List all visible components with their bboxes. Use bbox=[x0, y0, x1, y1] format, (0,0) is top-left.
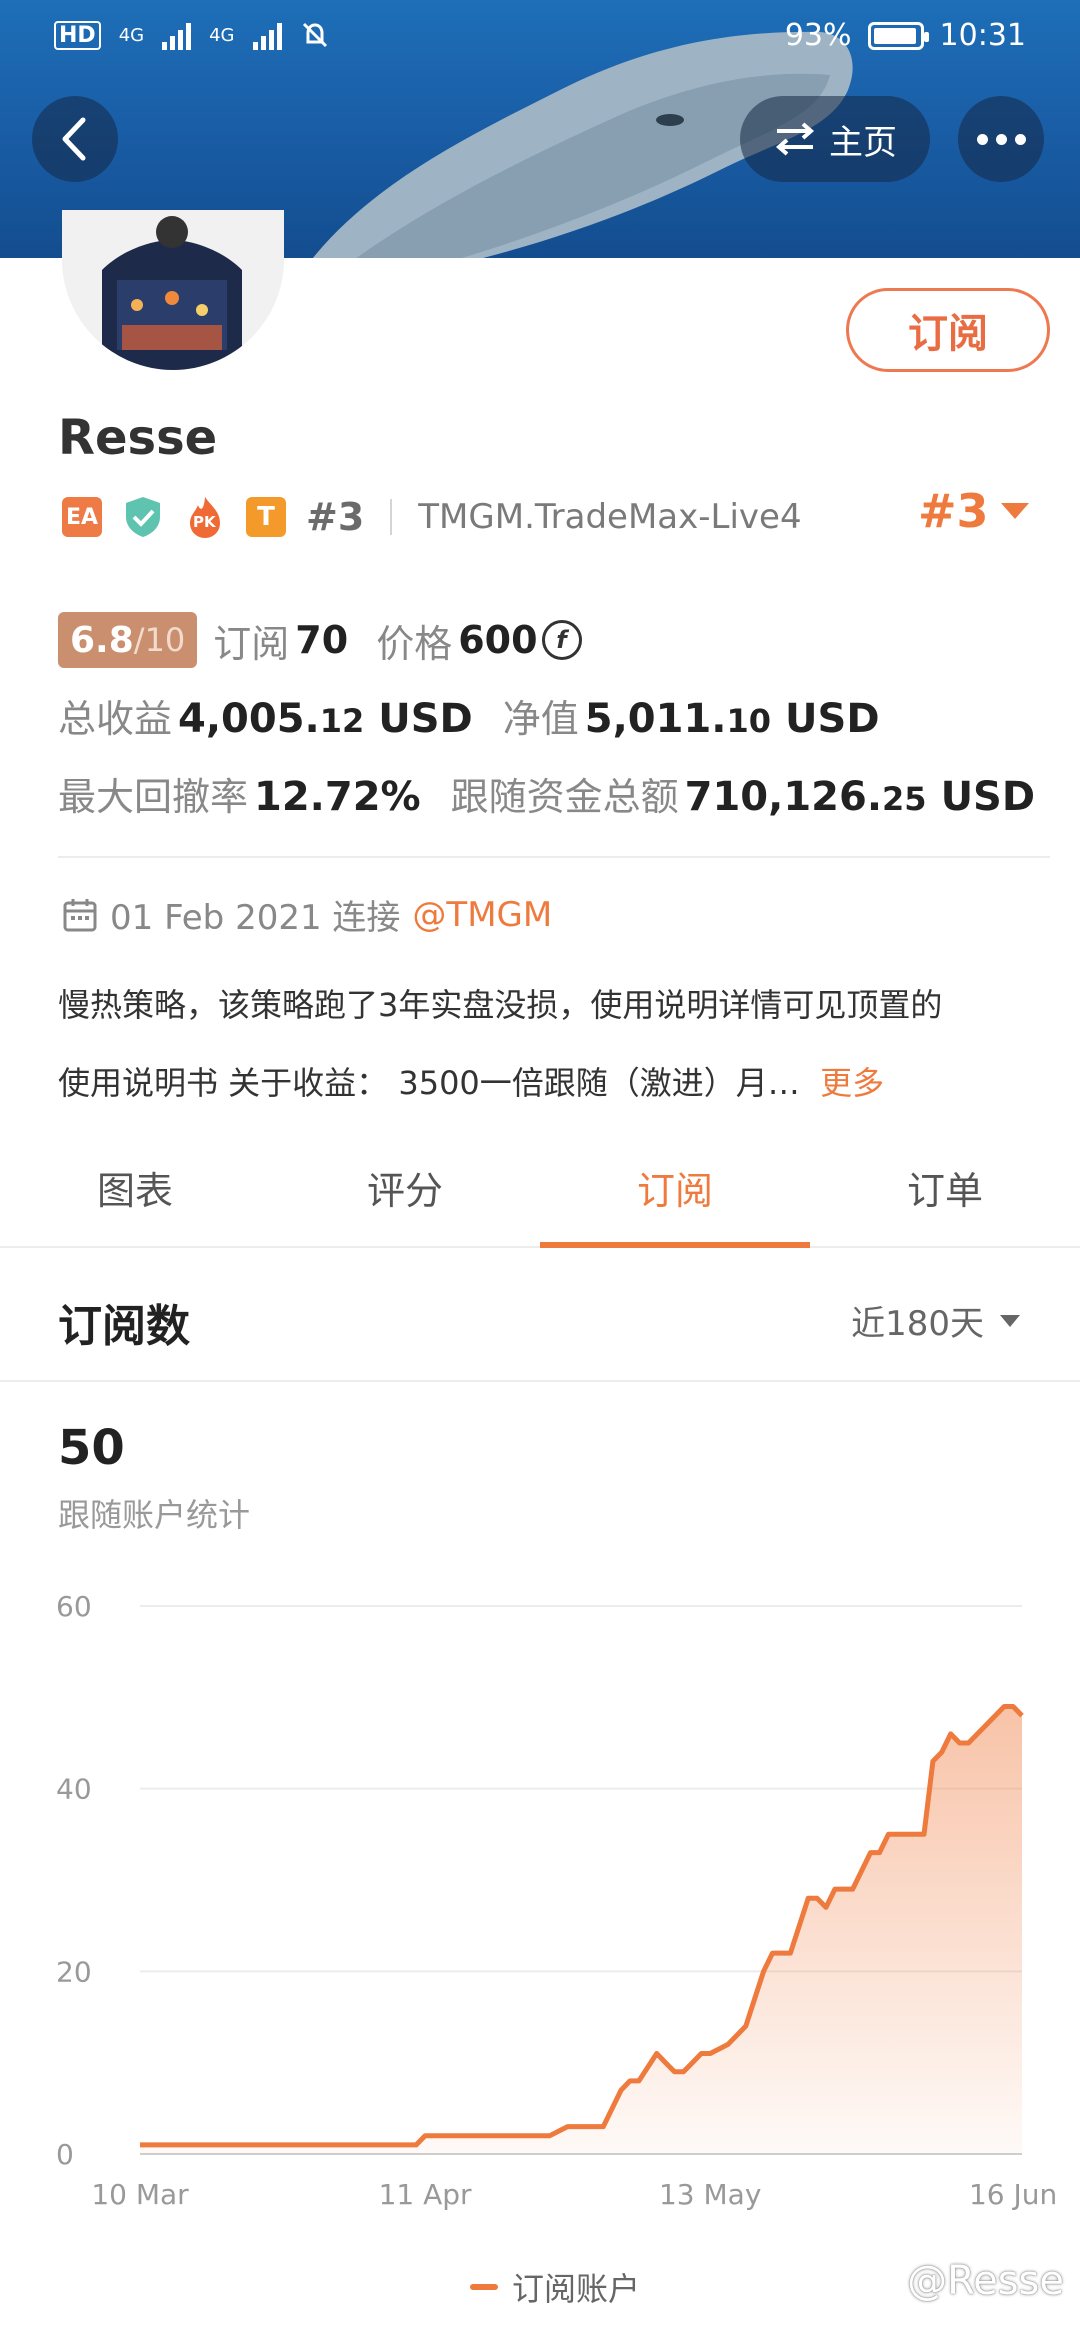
description-line-1: 慢热策略，该策略跑了3年实盘没损，使用说明详情可见顶置的 bbox=[58, 986, 943, 1024]
price-value: 600 bbox=[458, 618, 538, 662]
tab-subscription[interactable]: 订阅 bbox=[540, 1128, 810, 1248]
x-tick-label: 11 Apr bbox=[379, 2178, 472, 2211]
avatar[interactable] bbox=[62, 210, 284, 370]
signal-icon-2 bbox=[252, 20, 282, 50]
x-tick-label: 13 May bbox=[659, 2178, 761, 2211]
swap-icon bbox=[775, 122, 815, 156]
chevron-left-icon bbox=[62, 117, 86, 161]
pk-label: PK bbox=[193, 513, 216, 531]
subscription-chart: 0 20 40 60 10 Mar 11 Apr 13 May 16 Jun bbox=[56, 1590, 1057, 2211]
section-header: 订阅数 近180天 bbox=[0, 1250, 1080, 1382]
coin-icon: f bbox=[541, 620, 582, 660]
description-line-2-text: 使用说明书 关于收益： 3500一倍跟随（激进）月… bbox=[58, 1064, 800, 1102]
caret-down-icon bbox=[1000, 503, 1029, 519]
score-row: 6.8/10 订阅 70 价格 600 f bbox=[58, 612, 582, 668]
shield-check-icon bbox=[126, 497, 160, 537]
profit-row: 总收益 4,005.12 USD 净值 5,011.10 USD bbox=[58, 688, 910, 743]
follower-count: 50 bbox=[58, 1420, 125, 1476]
home-button[interactable]: 主页 bbox=[740, 96, 930, 182]
total-profit-label: 总收益 bbox=[58, 697, 173, 741]
section-title: 订阅数 bbox=[58, 1301, 190, 1352]
subscribe-button[interactable]: 订阅 bbox=[846, 288, 1050, 372]
equity-int: 5,011. bbox=[584, 696, 727, 742]
follow-funds-label: 跟随资金总额 bbox=[450, 775, 679, 819]
subscribe-count-label: 订阅 bbox=[213, 621, 290, 666]
chart-legend: 订阅账户 bbox=[470, 2264, 640, 2310]
rank-small: #3 bbox=[306, 495, 365, 539]
range-label: 近180天 bbox=[851, 1304, 984, 1344]
server-name: TMGM.TradeMax-Live4 bbox=[418, 497, 802, 537]
price-label: 价格 bbox=[376, 621, 453, 666]
divider bbox=[58, 856, 1050, 858]
y-tick-label: 60 bbox=[56, 1590, 92, 1623]
equity-dec: 10 bbox=[726, 702, 772, 740]
equity-label: 净值 bbox=[502, 697, 579, 741]
tab-chart[interactable]: 图表 bbox=[0, 1128, 270, 1246]
tab-bar: 图表 评分 订阅 订单 bbox=[0, 1128, 1080, 1248]
divider bbox=[390, 499, 393, 535]
badge-row: EA PK T #3 TMGM.TradeMax-Live4 bbox=[62, 492, 802, 542]
watermark: @Resse bbox=[907, 2258, 1064, 2304]
broker-link[interactable]: @TMGM bbox=[412, 895, 552, 935]
equity-unit: USD bbox=[785, 696, 880, 742]
total-profit-value: 4,005.12 bbox=[178, 696, 364, 742]
more-link[interactable]: 更多 bbox=[820, 1064, 884, 1102]
drawdown-label: 最大回撤率 bbox=[58, 775, 249, 819]
legend-label: 订阅账户 bbox=[512, 2270, 641, 2308]
equity-value: 5,011.10 bbox=[585, 696, 771, 742]
follow-funds-unit: USD bbox=[940, 774, 1036, 820]
battery-icon bbox=[867, 21, 929, 50]
score-denominator: /10 bbox=[133, 621, 186, 659]
pk-badge: PK bbox=[184, 495, 226, 539]
battery-percent: 93% bbox=[784, 18, 852, 53]
drawdown-row: 最大回撤率 12.72% 跟随资金总额 710,126.25 USD bbox=[58, 766, 1065, 821]
ea-badge: EA bbox=[62, 497, 102, 537]
y-tick-label: 0 bbox=[56, 2138, 74, 2171]
avatar-image bbox=[62, 210, 284, 370]
total-profit-dec: 12 bbox=[319, 702, 365, 740]
score-value: 6.8 bbox=[70, 619, 134, 661]
total-profit-unit: USD bbox=[378, 696, 473, 742]
home-button-label: 主页 bbox=[829, 122, 897, 163]
back-button[interactable] bbox=[32, 96, 118, 182]
x-tick-label: 16 Jun bbox=[969, 2178, 1057, 2211]
follow-funds-value: 710,126.25 bbox=[685, 774, 927, 820]
follow-funds-int: 710,126. bbox=[684, 774, 883, 820]
signal-icon bbox=[162, 20, 192, 50]
follower-count-label: 跟随账户统计 bbox=[58, 1496, 251, 1534]
dot-icon bbox=[1014, 133, 1026, 145]
x-tick-label: 10 Mar bbox=[91, 2178, 189, 2211]
subscribe-count: 70 bbox=[295, 618, 349, 662]
hd-icon: HD bbox=[54, 20, 101, 50]
total-profit-int: 4,005. bbox=[178, 696, 320, 742]
tab-orders[interactable]: 订单 bbox=[810, 1128, 1080, 1246]
description-line-2: 使用说明书 关于收益： 3500一倍跟随（激进）月… 更多 bbox=[58, 1044, 1054, 1122]
rank-big-label: #3 bbox=[918, 484, 989, 538]
dot-icon bbox=[976, 133, 988, 145]
tab-rating[interactable]: 评分 bbox=[270, 1128, 540, 1246]
series-area bbox=[140, 1706, 1022, 2154]
score-pill: 6.8/10 bbox=[58, 612, 198, 668]
dot-icon bbox=[995, 133, 1007, 145]
connect-date: 01 Feb 2021 连接 bbox=[110, 898, 401, 938]
legend-swatch bbox=[470, 2284, 498, 2290]
trader-name: Resse bbox=[58, 410, 218, 466]
strategy-description: 慢热策略，该策略跑了3年实盘没损，使用说明详情可见顶置的 使用说明书 关于收益：… bbox=[58, 966, 1054, 1122]
clock: 10:31 bbox=[939, 18, 1026, 53]
net-4g-label-1: 4G bbox=[118, 24, 145, 46]
range-dropdown[interactable]: 近180天 bbox=[851, 1296, 1022, 1345]
t-badge: T bbox=[246, 497, 286, 537]
y-tick-label: 20 bbox=[56, 1955, 92, 1988]
status-bar: HD 4G 4G 93% 10:31 bbox=[0, 0, 1080, 76]
net-4g-label-2: 4G bbox=[209, 24, 235, 46]
connect-date-row: 01 Feb 2021 连接 @TMGM bbox=[62, 890, 552, 939]
more-options-button[interactable] bbox=[958, 96, 1044, 182]
mute-bell-icon bbox=[302, 22, 327, 48]
rank-dropdown[interactable]: #3 bbox=[918, 484, 1031, 538]
calendar-icon bbox=[63, 898, 97, 931]
caret-down-icon bbox=[1000, 1314, 1020, 1327]
y-tick-label: 40 bbox=[56, 1773, 92, 1806]
follow-funds-dec: 25 bbox=[882, 780, 927, 818]
drawdown-value: 12.72% bbox=[254, 774, 421, 820]
